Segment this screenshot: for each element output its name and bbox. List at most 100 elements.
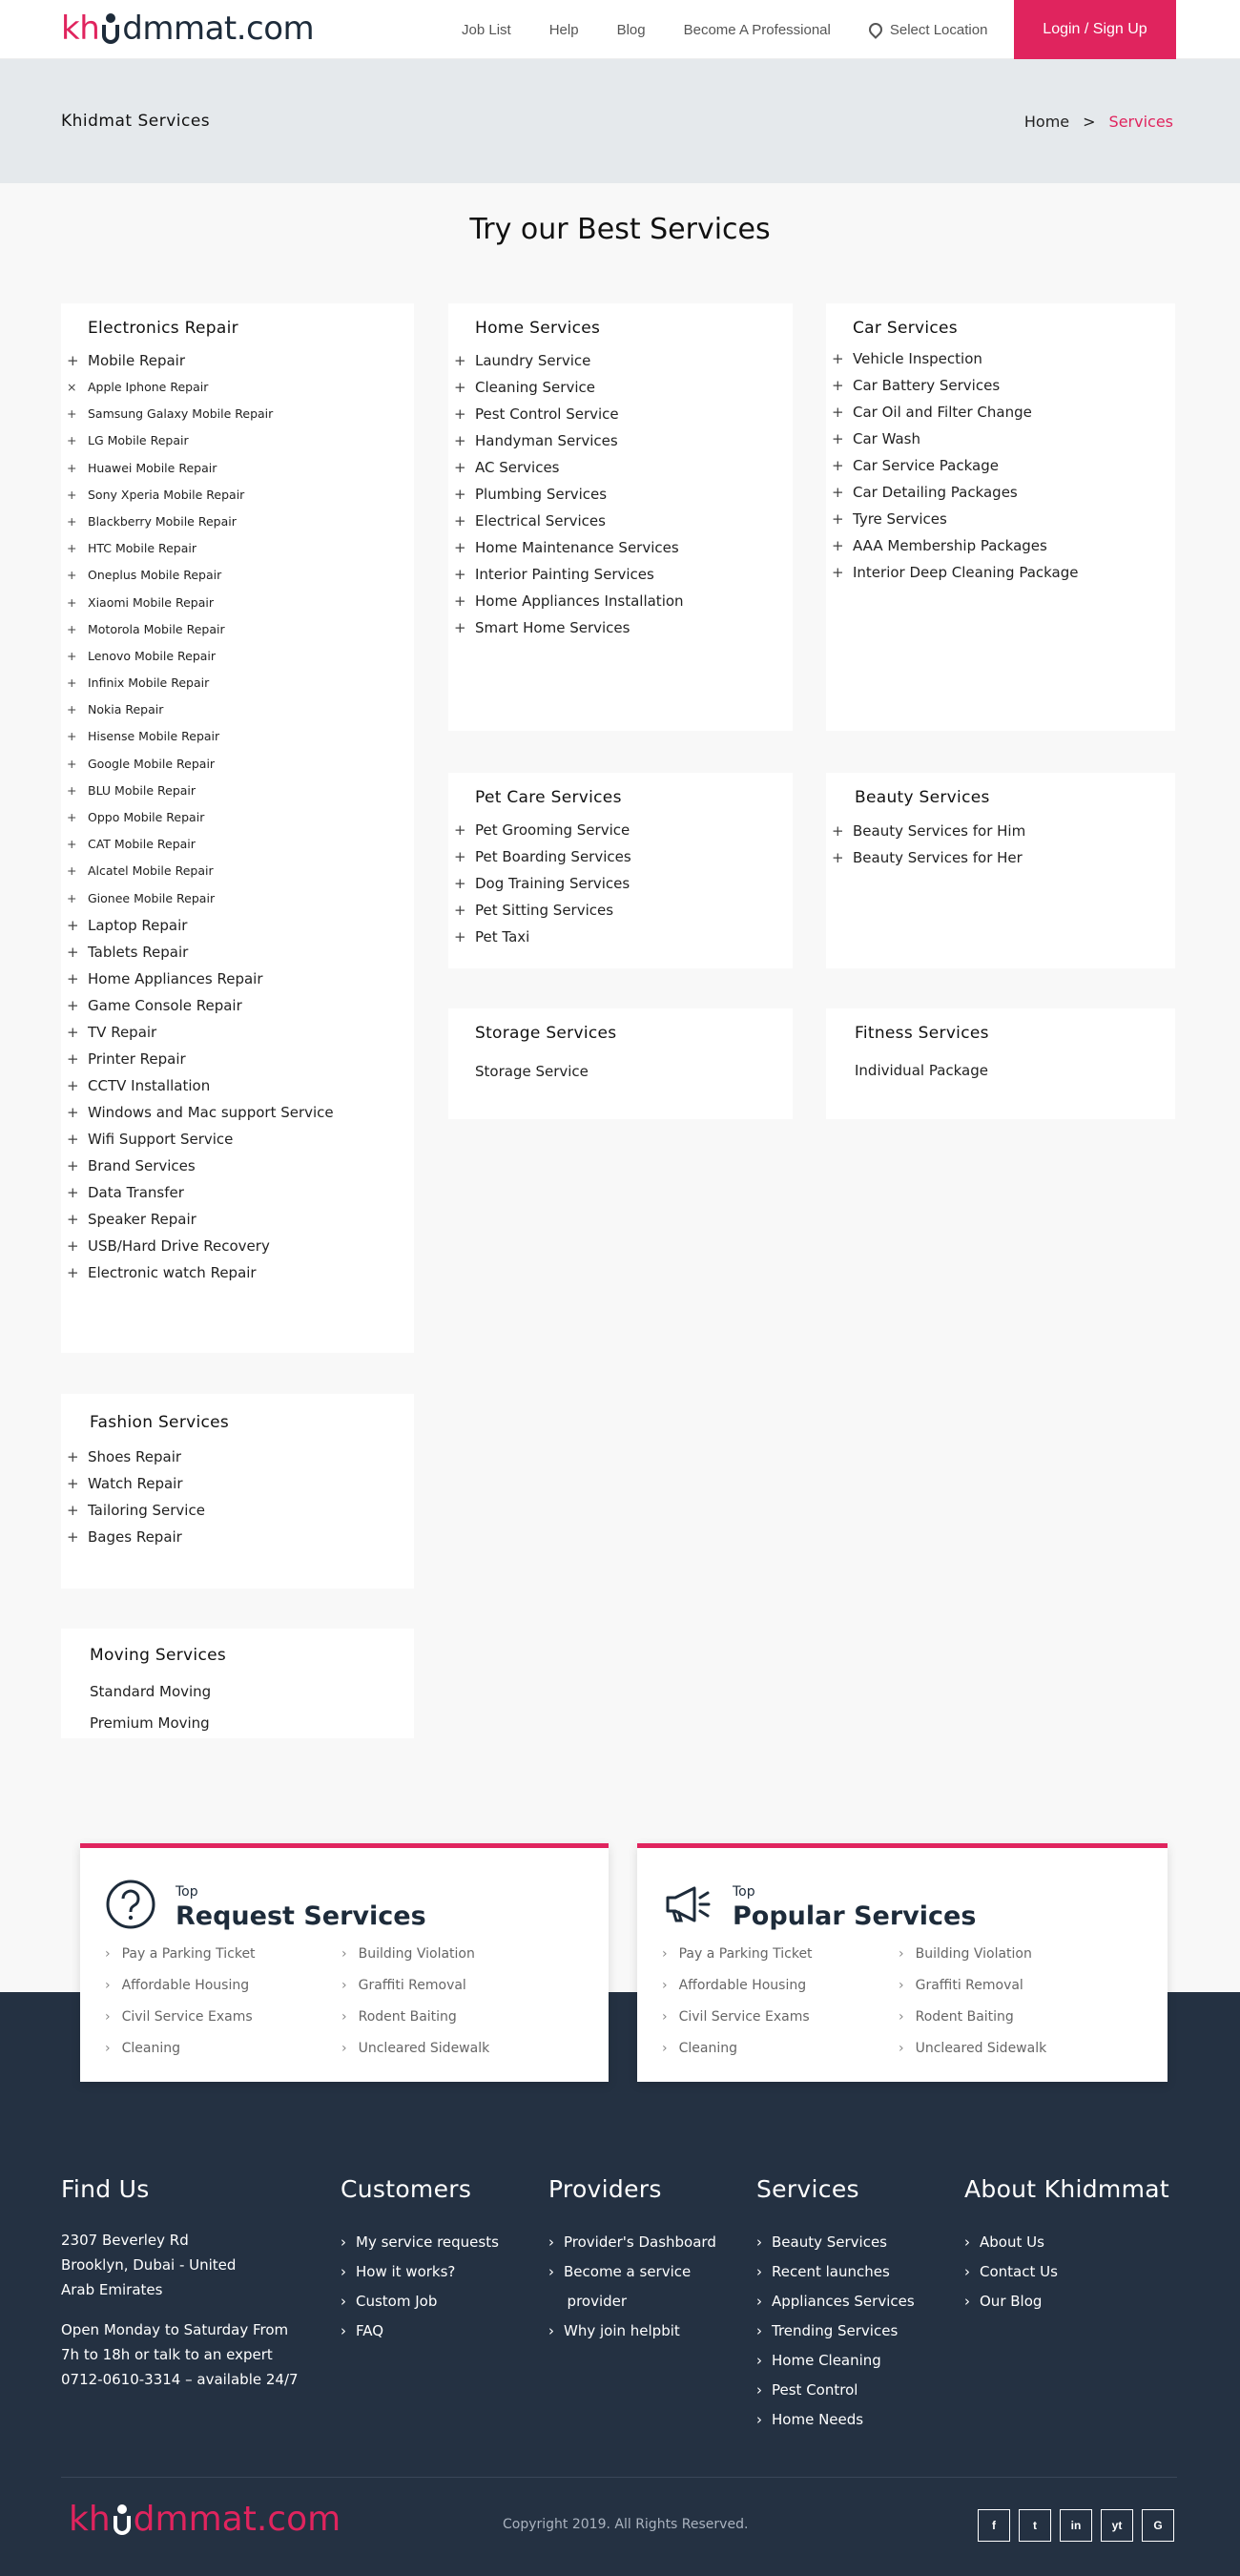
footer-link[interactable]: › Home Cleaning <box>756 2346 915 2376</box>
select-location-button[interactable]: Select Location <box>865 20 987 39</box>
service-list-item[interactable]: + Xiaomi Mobile Repair <box>67 590 334 616</box>
service-list-item[interactable]: + Dog Training Services <box>454 870 631 897</box>
service-list-item[interactable]: Storage Service <box>475 1056 589 1088</box>
footer-link[interactable]: › Recent launches <box>756 2257 915 2287</box>
service-list-item[interactable]: + Home Maintenance Services <box>454 534 684 561</box>
service-list-item[interactable]: Standard Moving <box>90 1676 211 1708</box>
service-list-item[interactable]: × Apple Iphone Repair <box>67 374 334 401</box>
promo-link[interactable]: › Pay a Parking Ticket <box>662 1946 813 1962</box>
service-list-item[interactable]: + Car Wash <box>832 426 1079 452</box>
service-list-item[interactable]: + Sony Xperia Mobile Repair <box>67 482 334 509</box>
service-list-item[interactable]: + Printer Repair <box>67 1046 334 1072</box>
service-list-item[interactable]: + Car Service Package <box>832 452 1079 479</box>
promo-link[interactable]: › Graffiti Removal <box>341 1978 466 1993</box>
service-list-item[interactable]: + Smart Home Services <box>454 614 684 641</box>
service-list-item[interactable]: + Huawei Mobile Repair <box>67 455 334 482</box>
footer-link[interactable]: › Trending Services <box>756 2316 915 2346</box>
service-list-item[interactable]: + Interior Painting Services <box>454 561 684 588</box>
footer-link[interactable]: › Appliances Services <box>756 2287 915 2316</box>
promo-link[interactable]: › Uncleared Sidewalk <box>341 2041 489 2056</box>
service-list-item[interactable]: + Car Detailing Packages <box>832 479 1079 506</box>
service-list-item[interactable]: + TV Repair <box>67 1019 334 1046</box>
service-list-item[interactable]: + Game Console Repair <box>67 992 334 1019</box>
service-list-item[interactable]: + Blackberry Mobile Repair <box>67 509 334 535</box>
service-list-item[interactable]: + LG Mobile Repair <box>67 427 334 454</box>
service-list-item[interactable]: + Google Mobile Repair <box>67 751 334 778</box>
site-logo[interactable]: kh dmmat .com <box>61 8 315 50</box>
service-list-item[interactable]: + Tyre Services <box>832 506 1079 532</box>
footer-link[interactable]: › Pest Control <box>756 2376 915 2405</box>
service-list-item[interactable]: + Home Appliances Repair <box>67 966 334 992</box>
service-list-item[interactable]: + USB/Hard Drive Recovery <box>67 1233 334 1259</box>
login-signup-button[interactable]: Login / Sign Up <box>1014 0 1176 59</box>
service-list-item[interactable]: + Car Oil and Filter Change <box>832 399 1079 426</box>
service-list-item[interactable]: + Speaker Repair <box>67 1206 334 1233</box>
nav-help[interactable]: Help <box>549 22 579 38</box>
service-list-item[interactable]: + Mobile Repair <box>67 347 334 374</box>
footer-link[interactable]: provider <box>548 2287 716 2316</box>
promo-link[interactable]: › Uncleared Sidewalk <box>899 2041 1046 2056</box>
nav-blog[interactable]: Blog <box>617 22 646 38</box>
nav-job-list[interactable]: Job List <box>462 22 511 38</box>
service-list-item[interactable]: Individual Package <box>855 1055 988 1087</box>
promo-link[interactable]: › Building Violation <box>341 1946 475 1962</box>
promo-link[interactable]: › Cleaning <box>105 2041 180 2056</box>
service-list-item[interactable]: + Laptop Repair <box>67 912 334 939</box>
service-list-item[interactable]: + Nokia Repair <box>67 696 334 723</box>
youtube-icon[interactable]: yt <box>1101 2509 1133 2542</box>
twitter-icon[interactable]: t <box>1019 2509 1051 2542</box>
service-list-item[interactable]: + Oneplus Mobile Repair <box>67 562 334 589</box>
service-list-item[interactable]: + Gionee Mobile Repair <box>67 885 334 912</box>
service-list-item[interactable]: + AAA Membership Packages <box>832 532 1079 559</box>
service-list-item[interactable]: + Beauty Services for Him <box>832 818 1025 844</box>
service-list-item[interactable]: + Brand Services <box>67 1153 334 1179</box>
service-list-item[interactable]: + Motorola Mobile Repair <box>67 616 334 643</box>
breadcrumb-home[interactable]: Home <box>1024 113 1069 131</box>
footer-logo[interactable]: kh dmmat .com <box>69 2500 341 2539</box>
promo-link[interactable]: › Affordable Housing <box>105 1978 249 1993</box>
footer-link[interactable]: › FAQ <box>341 2316 499 2346</box>
service-list-item[interactable]: + Data Transfer <box>67 1179 334 1206</box>
service-list-item[interactable]: + Home Appliances Installation <box>454 588 684 614</box>
promo-link[interactable]: › Civil Service Exams <box>662 2009 810 2025</box>
service-list-item[interactable]: + Beauty Services for Her <box>832 844 1025 871</box>
service-list-item[interactable]: + Shoes Repair <box>67 1444 205 1470</box>
service-list-item[interactable]: + Electrical Services <box>454 508 684 534</box>
service-list-item[interactable]: + Hisense Mobile Repair <box>67 723 334 750</box>
service-list-item[interactable]: + Handyman Services <box>454 427 684 454</box>
promo-link[interactable]: › Affordable Housing <box>662 1978 806 1993</box>
service-list-item[interactable]: + Cleaning Service <box>454 374 684 401</box>
service-list-item[interactable]: + Watch Repair <box>67 1470 205 1497</box>
promo-link[interactable]: › Rodent Baiting <box>341 2009 457 2025</box>
footer-link[interactable]: › Contact Us <box>964 2257 1169 2287</box>
footer-link[interactable]: › Custom Job <box>341 2287 499 2316</box>
promo-link[interactable]: › Pay a Parking Ticket <box>105 1946 256 1962</box>
service-list-item[interactable]: + BLU Mobile Repair <box>67 778 334 804</box>
service-list-item[interactable]: + Pet Boarding Services <box>454 843 631 870</box>
promo-link[interactable]: › Civil Service Exams <box>105 2009 253 2025</box>
service-list-item[interactable]: + CAT Mobile Repair <box>67 831 334 858</box>
service-list-item[interactable]: + Car Battery Services <box>832 372 1079 399</box>
footer-link[interactable]: › How it works? <box>341 2257 499 2287</box>
service-list-item[interactable]: + HTC Mobile Repair <box>67 535 334 562</box>
service-list-item[interactable]: + Bages Repair <box>67 1524 205 1550</box>
service-list-item[interactable]: + Wifi Support Service <box>67 1126 334 1153</box>
service-list-item[interactable]: + Tablets Repair <box>67 939 334 966</box>
footer-link[interactable]: › Beauty Services <box>756 2228 915 2257</box>
service-list-item[interactable]: + CCTV Installation <box>67 1072 334 1099</box>
service-list-item[interactable]: + AC Services <box>454 454 684 481</box>
service-list-item[interactable]: Premium Moving <box>90 1708 211 1739</box>
service-list-item[interactable]: + Pet Sitting Services <box>454 897 631 924</box>
service-list-item[interactable]: + Alcatel Mobile Repair <box>67 858 334 884</box>
promo-link[interactable]: › Building Violation <box>899 1946 1032 1962</box>
service-list-item[interactable]: + Pest Control Service <box>454 401 684 427</box>
linkedin-icon[interactable]: in <box>1060 2509 1092 2542</box>
footer-link[interactable]: › Our Blog <box>964 2287 1169 2316</box>
service-list-item[interactable]: + Plumbing Services <box>454 481 684 508</box>
footer-link[interactable]: › About Us <box>964 2228 1169 2257</box>
footer-link[interactable]: › Provider's Dashboard <box>548 2228 716 2257</box>
promo-link[interactable]: › Rodent Baiting <box>899 2009 1014 2025</box>
nav-become-professional[interactable]: Become A Professional <box>684 22 831 38</box>
service-list-item[interactable]: + Laundry Service <box>454 347 684 374</box>
service-list-item[interactable]: + Tailoring Service <box>67 1497 205 1524</box>
